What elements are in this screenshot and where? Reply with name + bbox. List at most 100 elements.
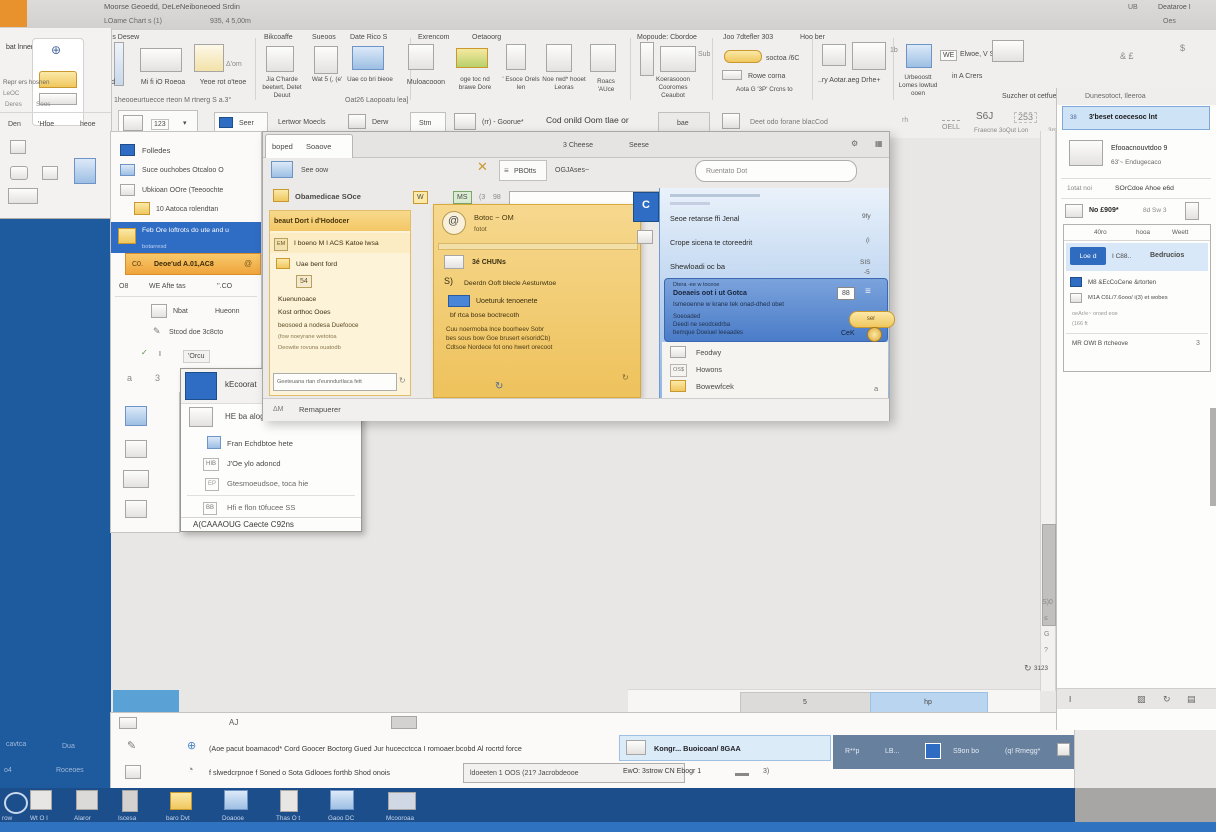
refresh-icon[interactable]: ↻ (1163, 694, 1171, 704)
see-oow-label[interactable]: See oow (301, 166, 328, 175)
shortcut-icon[interactable] (123, 470, 149, 488)
tab-den[interactable]: Den (8, 120, 21, 129)
door-icon[interactable] (1185, 202, 1199, 220)
nav-row-o8[interactable]: O8 (119, 282, 128, 291)
cream-footer-input[interactable]: Geeteuana rtan d'eunndurtlaca fett (273, 373, 397, 391)
ribbon-label[interactable]: Jia C'harde beetwrt, Detet Deuut (258, 76, 306, 100)
ribbon-label[interactable]: ' Esoce Orels len (502, 76, 540, 92)
strip-item[interactable]: (q! Rmegg* (1005, 747, 1040, 756)
blue-item[interactable]: Shewloadi oc ba (670, 262, 725, 271)
refresh-icon[interactable]: ↻ (1024, 663, 1032, 673)
ribbon-label[interactable]: Yeoe rot o'teoe (194, 78, 252, 87)
window-chip-icon[interactable] (119, 717, 137, 729)
ribbon-label[interactable]: Noe rwd* hooet Leoras (542, 76, 586, 92)
card-tab[interactable]: hooa (1136, 228, 1150, 237)
panel-line[interactable]: No £909* (1089, 206, 1119, 215)
monitor-icon[interactable] (822, 44, 846, 66)
ribbon-label[interactable]: in A Crers (952, 72, 982, 81)
taskbar-icon[interactable] (388, 792, 416, 810)
form-icon[interactable] (546, 44, 572, 72)
nav-row-co[interactable]: ''.CO (217, 282, 232, 291)
nav-item[interactable]: Suce ouchobes Otcaloo O (142, 166, 224, 175)
blue-item[interactable]: Seoe retanse ffi Jenal (670, 214, 739, 223)
dialog-active-tab[interactable]: boped Soaove (265, 134, 353, 158)
taskbar-icon[interactable] (224, 790, 248, 810)
tray-icon[interactable] (1057, 743, 1070, 756)
shortcut-icon[interactable] (125, 440, 147, 458)
nav-selected-row[interactable]: Feb Ore loftrots do ute and u botarresd (111, 222, 261, 253)
taskbar-icon[interactable] (122, 790, 138, 812)
kongr-panel[interactable]: Kongr... Buoicoan/ 8GAA (619, 735, 831, 761)
nav-row-we[interactable]: WE Afte tas (149, 282, 186, 291)
ribbon-label[interactable]: soctoa /6C (766, 54, 799, 63)
menu-item[interactable]: A(CAAAOUG Caecte C92ns (181, 518, 361, 532)
cream-item[interactable]: EM I boeno M I ACS Katoe lwsa (270, 233, 410, 253)
panel-scrollbar-thumb[interactable] (1210, 408, 1216, 506)
deerdn-label[interactable]: Deerdn Ooft blecle Aesturwtoe (464, 279, 556, 288)
footer-label[interactable]: Remapuerer (299, 405, 341, 414)
chat-icon[interactable] (10, 166, 28, 180)
document-icon[interactable] (506, 44, 526, 70)
nav-orange-row[interactable]: C0. Deoe'ud A.01,AC8 @ (125, 253, 261, 275)
app-logo[interactable] (0, 0, 27, 27)
footer-item[interactable]: Howons (696, 365, 722, 374)
titlebar-menu[interactable]: Oes (1163, 17, 1176, 26)
deet-label[interactable]: Deet odo forane blacCod (750, 118, 828, 127)
blue-strip-button[interactable]: C (633, 192, 659, 222)
nav-i[interactable]: I (159, 350, 161, 359)
image-icon[interactable] (454, 113, 476, 130)
copy-icon[interactable] (348, 114, 366, 129)
card-item[interactable]: M1A C6L/7.6ooo/ i(3) et wobes (1088, 294, 1168, 303)
close-x-icon[interactable]: ✕ (477, 162, 488, 172)
shortcut-icon[interactable] (125, 500, 147, 518)
doc-icon[interactable]: ▤ (1187, 694, 1196, 704)
ribbon-label[interactable]: Urbeoostt Lomes lowtud ooen (896, 74, 940, 98)
ribbon-label[interactable]: Koerasooon Cooromes Ceaubot (646, 76, 700, 100)
ribbon-label[interactable]: Wat 5 (, (e' (308, 76, 346, 84)
window-icon[interactable] (314, 46, 338, 74)
folder-icon[interactable] (408, 44, 434, 70)
menu-item[interactable]: EP Gtesmoeudsoe, toca hie (181, 473, 361, 493)
pbotts-button[interactable]: ≡ PBOtts (499, 160, 547, 181)
strip-item[interactable]: S9on bo (953, 747, 979, 756)
desktop-label[interactable]: Roceoes (56, 766, 84, 775)
chuns-label[interactable]: 3é CHUNs (472, 258, 506, 267)
window-icon[interactable] (660, 46, 696, 72)
refresh-icon[interactable]: ↻ (399, 376, 406, 386)
card-tab[interactable]: 40ro (1094, 228, 1107, 237)
ribbon-label[interactable]: Roacs 'AUce (588, 78, 624, 94)
printer-icon[interactable] (140, 48, 182, 72)
monitor-icon[interactable] (352, 46, 384, 70)
shortcut-icon[interactable] (125, 406, 147, 426)
menu-item[interactable]: BB Hfi e flon t0fucee SS (181, 497, 361, 517)
seer-button[interactable]: Seer (214, 112, 268, 133)
image-icon[interactable] (906, 44, 932, 68)
card-item[interactable]: M8 &EcCoCene &rtorten (1088, 278, 1156, 287)
caret-down-icon[interactable]: ▾ (183, 119, 187, 128)
goorue-label[interactable]: (rr) - Goorue* (482, 118, 524, 127)
nav-orcu[interactable]: 'Orcu (183, 350, 210, 363)
strip-item[interactable]: LB... (885, 747, 899, 756)
strip-item[interactable]: R**p (845, 747, 859, 756)
desktop-label[interactable]: Dua (62, 742, 75, 751)
desktop-label[interactable]: cavtca (6, 740, 26, 749)
derw-label[interactable]: Derw (372, 118, 388, 127)
footer-item[interactable]: Feodwy (696, 348, 721, 357)
ribbon-label[interactable]: ..ry Aotar.aeg Drhe+ (818, 76, 894, 85)
menu-item[interactable]: HIB J'Oe ylo adoncd (181, 453, 361, 473)
layout-grid-icon[interactable] (194, 44, 224, 72)
cream-item[interactable]: Uae bent ford (270, 255, 410, 273)
taskbar-icon[interactable] (170, 792, 192, 810)
window-task-icon[interactable] (925, 743, 941, 759)
nav-nbat[interactable]: Nbat (173, 307, 188, 316)
card-tab[interactable]: Weett (1172, 228, 1188, 237)
nav-item[interactable]: Folledes (142, 146, 170, 155)
taskbar-icon[interactable] (280, 790, 298, 812)
ribbon-label[interactable]: Rowe corna (748, 72, 785, 81)
vertical-scrollbar[interactable] (1040, 131, 1056, 691)
stm-button[interactable]: Stm (410, 112, 446, 133)
grid-icon[interactable]: ▦ (875, 139, 883, 149)
selection-rectangle[interactable] (113, 690, 179, 713)
scrollbar-thumb[interactable] (1042, 524, 1056, 626)
notes-icon[interactable] (852, 42, 886, 70)
